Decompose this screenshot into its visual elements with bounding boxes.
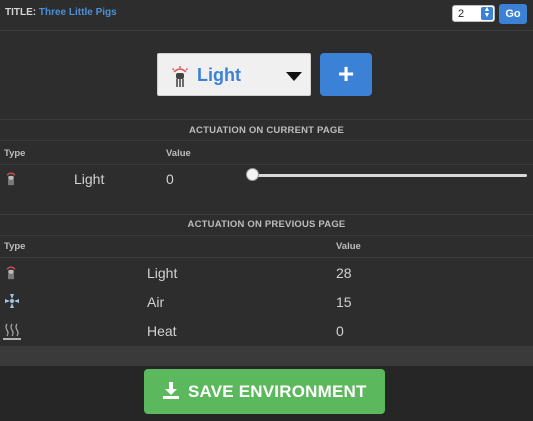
page-number-select[interactable]: 2 ▲ ▼ [452, 5, 495, 22]
air-icon [4, 293, 19, 308]
top-bar: TITLE: Three Little Pigs 2 ▲ ▼ Go [0, 0, 533, 30]
previous-row-value: 15 [336, 294, 352, 310]
current-page-section-title: ACTUATION ON CURRENT PAGE [188, 125, 345, 136]
current-row-value: 0 [166, 171, 174, 187]
previous-value-header: Value [336, 241, 361, 252]
divider [0, 235, 533, 236]
stepper-arrows-icon: ▲ ▼ [481, 6, 493, 20]
previous-row-value: 28 [336, 265, 352, 281]
section-separator-band [0, 346, 533, 366]
add-actuator-button[interactable]: + [320, 53, 372, 96]
save-environment-button[interactable]: SAVE ENVIRONMENT [144, 369, 385, 414]
title-label: TITLE: [5, 7, 37, 18]
actuation-slider-thumb[interactable] [246, 168, 259, 181]
divider [0, 214, 533, 215]
selected-type-label: Light [197, 65, 241, 85]
divider [0, 119, 533, 120]
previous-page-section-title: ACTUATION ON PREVIOUS PAGE [187, 219, 346, 230]
previous-row-type: Light [147, 265, 178, 281]
document-title: TITLE: Three Little Pigs [5, 7, 117, 18]
divider [0, 140, 533, 141]
heat-icon [3, 322, 21, 340]
save-environment-label: SAVE ENVIRONMENT [188, 382, 367, 401]
page-number-value: 2 [458, 8, 465, 20]
previous-row-type: Air [147, 294, 165, 310]
caret-down-icon [286, 72, 302, 81]
previous-row-type: Heat [147, 323, 177, 339]
actuator-type-dropdown[interactable]: Light [157, 53, 311, 96]
divider [0, 30, 533, 31]
current-row-type: Light [74, 171, 105, 187]
current-value-header: Value [166, 148, 191, 159]
divider [0, 164, 533, 165]
previous-type-header: Type [4, 241, 26, 252]
light-icon [171, 66, 189, 93]
go-button[interactable]: Go [499, 4, 527, 24]
previous-row-value: 0 [336, 323, 344, 339]
actuation-slider-track[interactable] [252, 174, 527, 177]
divider [0, 257, 533, 258]
light-icon [5, 265, 19, 280]
title-value: Three Little Pigs [38, 7, 117, 18]
light-icon [5, 171, 19, 186]
current-type-header: Type [4, 148, 26, 159]
download-icon [162, 381, 180, 405]
